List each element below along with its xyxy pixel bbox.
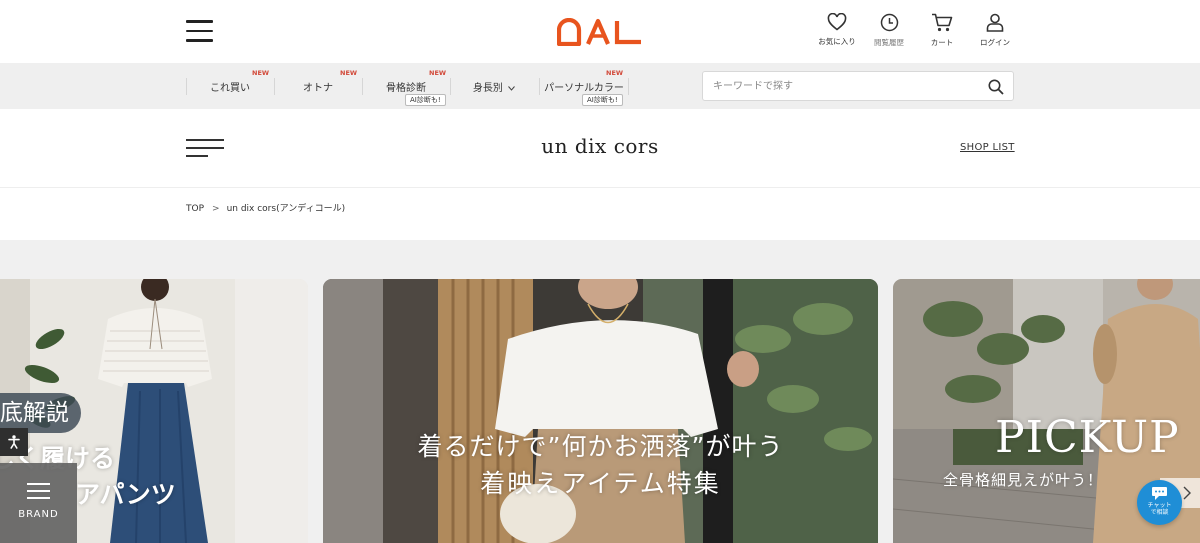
history-button[interactable]: 閲覧履歴: [864, 13, 914, 53]
nav-item-kokkaku[interactable]: NEW 骨格診断 AI診断も!: [362, 63, 450, 109]
user-icon: [986, 13, 1004, 32]
slide-headline: 着映えアイテム特集: [480, 469, 721, 498]
ai-badge: AI診断も!: [405, 94, 446, 106]
chevron-right-icon: [1183, 486, 1191, 500]
banner-photo: [323, 279, 878, 543]
chat-support-button[interactable]: チャット で相談: [1137, 480, 1182, 525]
brand-header: un dix cors SHOP LIST: [0, 109, 1200, 188]
header-actions: お気に入り 閲覧履歴 カート ログイン: [812, 13, 1022, 53]
slide-title-pill: 底解説: [0, 393, 81, 433]
breadcrumb-separator: >: [212, 204, 220, 214]
shop-list-link[interactable]: SHOP LIST: [960, 142, 1015, 153]
history-label: 閲覧履歴: [874, 38, 904, 47]
slide-headline: PICKUP: [995, 412, 1180, 463]
login-label: ログイン: [980, 38, 1010, 47]
clock-icon: [880, 13, 898, 32]
menu-button[interactable]: [186, 20, 213, 42]
category-nav: NEW これ買い NEW オトナ NEW 骨格診断 AI診断も! 身長別 NEW…: [0, 63, 1200, 109]
nav-item-otona[interactable]: NEW オトナ: [274, 63, 362, 109]
banner-slide-statement-items[interactable]: 着るだけで”何かお洒落”が叶う 着映えアイテム特集: [323, 279, 878, 543]
slide-subtitle: 全骨格細見えが叶う！: [943, 471, 1104, 489]
nav-height-text: 身長別: [472, 83, 503, 94]
nav-item-label: 身長別: [450, 79, 538, 94]
favorites-label: お気に入り: [818, 37, 856, 46]
brand-menu-button[interactable]: [186, 139, 224, 159]
slide-headline: アパンツ: [75, 480, 176, 509]
chat-label: チャット で相談: [1147, 502, 1172, 516]
breadcrumb-top-link[interactable]: TOP: [186, 204, 204, 214]
accessibility-button[interactable]: [0, 428, 28, 456]
new-badge: NEW: [252, 69, 270, 77]
cart-button[interactable]: カート: [917, 13, 967, 53]
favorites-button[interactable]: お気に入り: [812, 13, 862, 53]
accessibility-icon: [8, 435, 20, 449]
site-header: お気に入り 閲覧履歴 カート ログイン: [0, 0, 1200, 63]
breadcrumb: TOP > un dix cors(アンディコール): [186, 201, 345, 214]
new-badge: NEW: [606, 69, 624, 77]
nav-item-kore-kai[interactable]: NEW これ買い: [186, 63, 274, 109]
brand-button-label: BRAND: [18, 509, 59, 520]
nav-item-height[interactable]: 身長別: [450, 63, 538, 109]
nav-item-label: オトナ: [303, 83, 333, 94]
search-box: [702, 71, 1014, 101]
cart-icon: [932, 13, 953, 32]
nav-divider: [628, 78, 629, 95]
logo-mark: [556, 17, 641, 47]
nav-item-personal-color[interactable]: NEW パーソナルカラー AI診断も!: [539, 63, 629, 109]
breadcrumb-current: un dix cors(アンディコール): [226, 204, 346, 214]
new-badge: NEW: [340, 69, 358, 77]
nav-item-label: 骨格診断: [386, 83, 426, 94]
slide-headline: 着るだけで”何かお洒落”が叶う: [417, 432, 784, 461]
menu-icon: [27, 483, 50, 499]
brand-title: un dix cors: [541, 134, 659, 158]
site-logo[interactable]: [556, 17, 643, 47]
login-button[interactable]: ログイン: [970, 13, 1020, 53]
nav-item-label: パーソナルカラー: [544, 83, 624, 94]
chat-bubble-icon: [1152, 487, 1167, 500]
nav-item-label: これ買い: [210, 83, 250, 94]
chevron-down-icon: [508, 85, 515, 91]
search-icon[interactable]: [988, 79, 1004, 95]
ai-badge: AI診断も!: [582, 94, 623, 106]
new-badge: NEW: [429, 69, 447, 77]
search-input[interactable]: [713, 78, 973, 95]
cart-label: カート: [930, 38, 954, 47]
brand-menu-toggle[interactable]: BRAND: [0, 463, 77, 543]
heart-icon: [827, 13, 847, 31]
